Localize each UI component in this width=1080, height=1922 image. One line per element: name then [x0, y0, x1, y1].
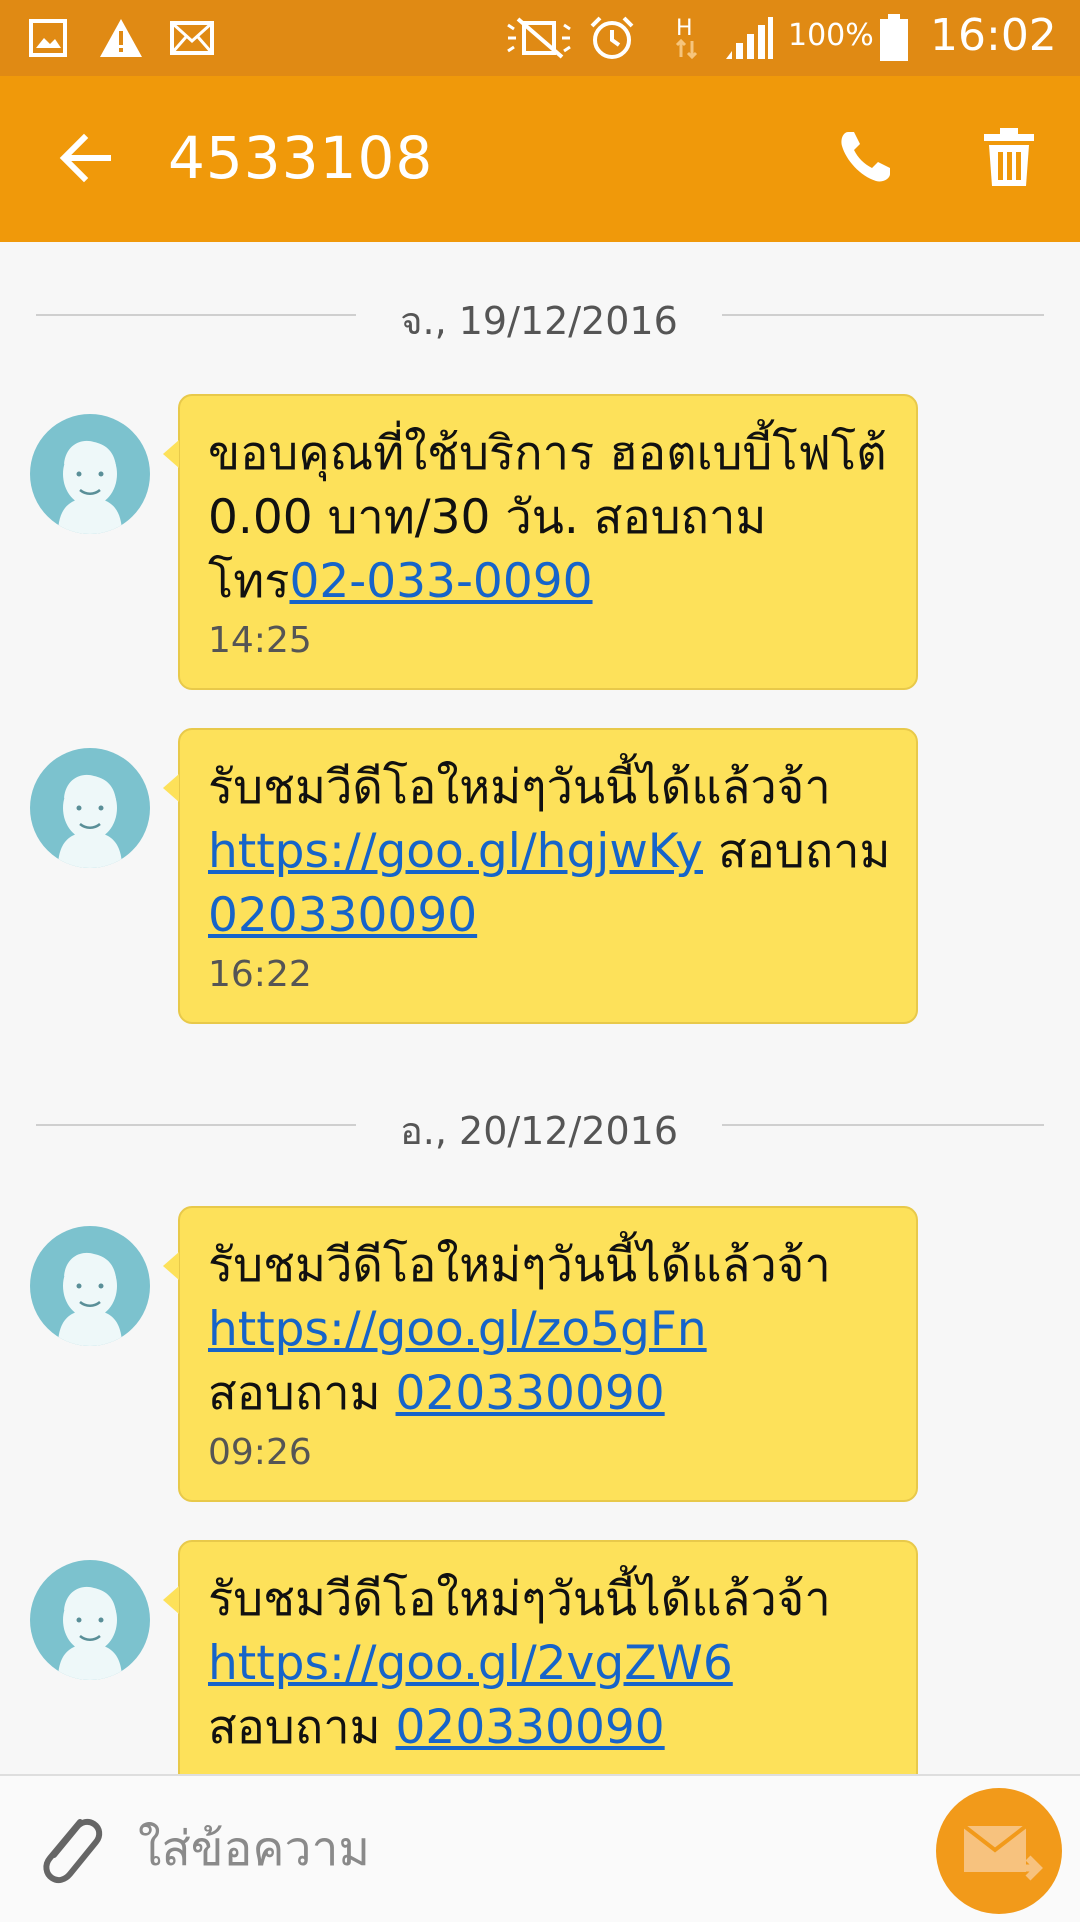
message-time: 14:25	[208, 620, 312, 661]
status-bar: H 100% 16:02	[0, 0, 1080, 76]
mute-icon	[504, 14, 574, 62]
phone-icon[interactable]	[834, 126, 896, 188]
message-bubble[interactable]: รับชมวีดีโอใหม่ๆวันนี้ได้แล้วจ้า https:/…	[163, 728, 918, 1024]
message-text: ขอบคุณที่ใช้บริการ ฮอตเบบี้โฟโต้ 0.00 บา…	[208, 422, 892, 614]
conversation-header: 4533108	[0, 76, 1080, 242]
send-mail-icon	[962, 1824, 1043, 1881]
status-time: 16:02	[930, 10, 1057, 61]
mail-icon	[170, 14, 214, 62]
battery-percent: 100%	[788, 18, 874, 53]
hplus-data-icon: H	[672, 14, 702, 62]
alarm-icon	[588, 14, 636, 62]
avatar[interactable]	[30, 748, 150, 868]
url-link[interactable]: https://goo.gl/hgjwKy	[208, 824, 703, 879]
message-bubble[interactable]: ขอบคุณที่ใช้บริการ ฮอตเบบี้โฟโต้ 0.00 บา…	[163, 394, 918, 690]
message-bubble[interactable]: รับชมวีดีโอใหม่ๆวันนี้ได้แล้วจ้า https:/…	[163, 1206, 918, 1502]
divider	[36, 314, 356, 316]
avatar[interactable]	[30, 1226, 150, 1346]
divider	[722, 1124, 1044, 1126]
compose-bar	[0, 1774, 1080, 1922]
data-type-label: H	[676, 16, 693, 41]
trash-icon[interactable]	[978, 126, 1040, 188]
phone-link[interactable]: 020330090	[208, 888, 477, 943]
message-text: รับชมวีดีโอใหม่ๆวันนี้ได้แล้วจ้า https:/…	[208, 756, 892, 948]
message-text: รับชมวีดีโอใหม่ๆวันนี้ได้แล้วจ้า https:/…	[208, 1234, 892, 1426]
phone-link[interactable]: 020330090	[396, 1700, 665, 1755]
divider	[36, 1124, 356, 1126]
battery-icon	[878, 14, 910, 62]
divider	[722, 314, 1044, 316]
message-text: รับชมวีดีโอใหม่ๆวันนี้ได้แล้วจ้า https:/…	[208, 1568, 892, 1760]
url-link[interactable]: https://goo.gl/2vgZW6	[208, 1636, 733, 1691]
message-time: 09:26	[208, 1432, 312, 1473]
date-label: อ., 20/12/2016	[399, 1109, 679, 1153]
message-input[interactable]	[136, 1806, 900, 1892]
back-arrow-icon[interactable]	[56, 128, 116, 188]
signal-icon	[724, 14, 774, 62]
date-label: จ., 19/12/2016	[400, 299, 678, 343]
message-body: รับชมวีดีโอใหม่ๆวันนี้ได้แล้วจ้า	[208, 760, 846, 815]
avatar[interactable]	[30, 1560, 150, 1680]
date-separator: จ., 19/12/2016	[36, 290, 1044, 343]
avatar[interactable]	[30, 414, 150, 534]
contact-number: 4533108	[168, 124, 434, 192]
phone-link[interactable]: 02-033-0090	[289, 554, 592, 609]
url-link[interactable]: https://goo.gl/zo5gFn	[208, 1302, 707, 1357]
send-button[interactable]	[936, 1788, 1062, 1914]
phone-link[interactable]: 020330090	[396, 1366, 665, 1421]
message-time: 16:22	[208, 954, 312, 995]
gallery-icon	[28, 14, 68, 62]
paperclip-icon[interactable]	[34, 1808, 106, 1892]
date-separator: อ., 20/12/2016	[36, 1100, 1044, 1153]
message-body: รับชมวีดีโอใหม่ๆวันนี้ได้แล้วจ้า	[208, 1238, 846, 1293]
message-body: รับชมวีดีโอใหม่ๆวันนี้ได้แล้วจ้า	[208, 1572, 846, 1627]
message-body: สอบถาม	[703, 824, 906, 879]
warning-icon	[98, 14, 144, 62]
message-bubble[interactable]: รับชมวีดีโอใหม่ๆวันนี้ได้แล้วจ้า https:/…	[163, 1540, 918, 1800]
